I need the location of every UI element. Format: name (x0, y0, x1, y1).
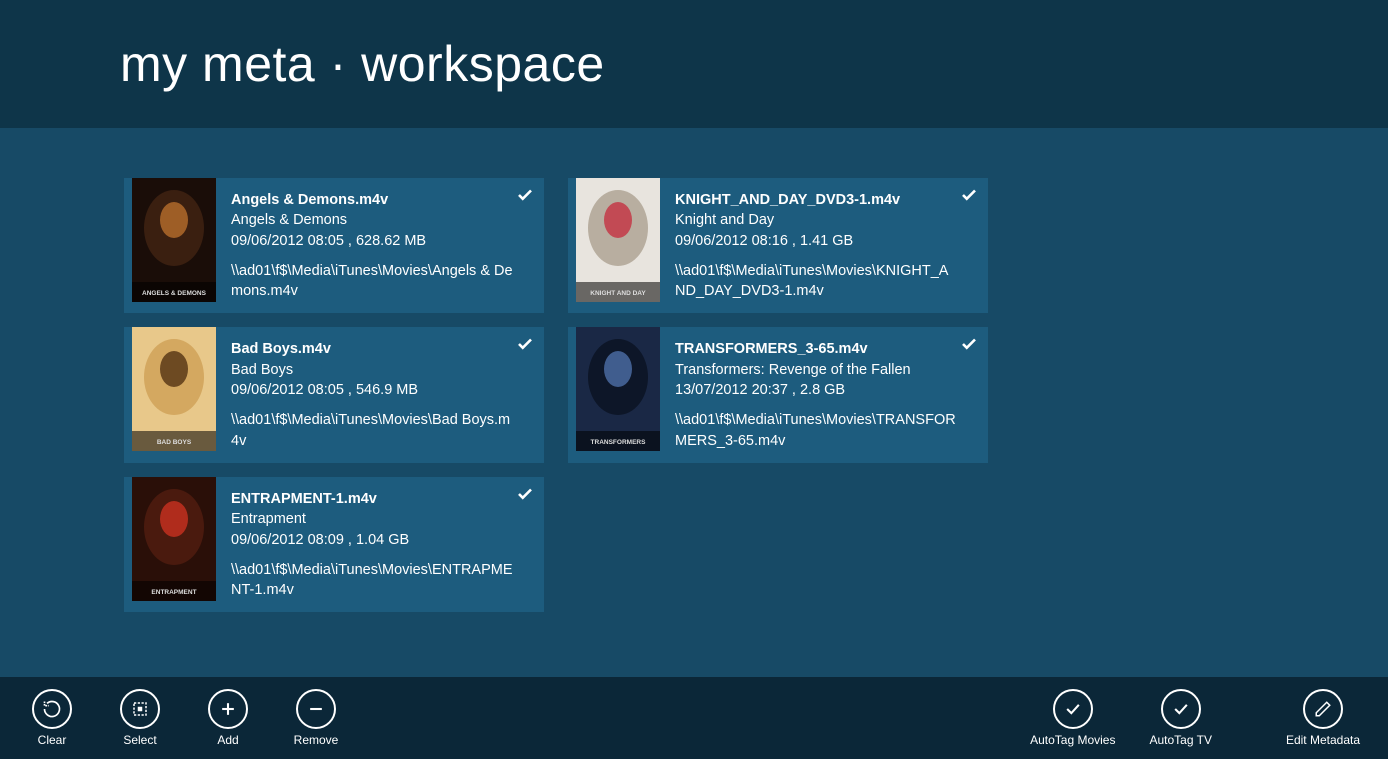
select-button[interactable]: Select (110, 689, 170, 747)
date-size: 09/06/2012 08:16 , 1.41 GB (675, 231, 958, 251)
plus-icon (208, 689, 248, 729)
media-card[interactable]: BAD BOYS Bad Boys.m4v Bad Boys 09/06/201… (120, 327, 544, 462)
autotag-movies-label: AutoTag Movies (1030, 733, 1115, 747)
selected-check-icon (516, 485, 534, 508)
svg-text:ANGELS & DEMONS: ANGELS & DEMONS (142, 290, 207, 297)
filename: KNIGHT_AND_DAY_DVD3-1.m4v (675, 190, 958, 210)
selected-check-icon (960, 335, 978, 358)
select-icon (120, 689, 160, 729)
remove-button[interactable]: Remove (286, 689, 346, 747)
date-size: 13/07/2012 20:37 , 2.8 GB (675, 380, 958, 400)
edit-metadata-label: Edit Metadata (1286, 733, 1360, 747)
pencil-icon (1303, 689, 1343, 729)
file-path: \\ad01\f$\Media\iTunes\Movies\KNIGHT_AND… (675, 261, 958, 302)
poster-thumbnail: BAD BOYS (132, 327, 216, 451)
card-info: TRANSFORMERS_3-65.m4v Transformers: Reve… (675, 327, 988, 462)
media-card[interactable]: TRANSFORMERS TRANSFORMERS_3-65.m4v Trans… (564, 327, 988, 462)
file-path: \\ad01\f$\Media\iTunes\Movies\Angels & D… (231, 261, 514, 302)
clear-label: Clear (38, 733, 67, 747)
media-card[interactable]: ENTRAPMENT ENTRAPMENT-1.m4v Entrapment 0… (120, 477, 544, 612)
media-title: Transformers: Revenge of the Fallen (675, 360, 958, 380)
filename: Bad Boys.m4v (231, 339, 514, 359)
add-button[interactable]: Add (198, 689, 258, 747)
poster-thumbnail: KNIGHT AND DAY (576, 178, 660, 302)
svg-text:KNIGHT AND DAY: KNIGHT AND DAY (590, 290, 646, 297)
selected-check-icon (516, 335, 534, 358)
minus-icon (296, 689, 336, 729)
add-label: Add (217, 733, 238, 747)
select-label: Select (123, 733, 156, 747)
media-title: Bad Boys (231, 360, 514, 380)
svg-text:TRANSFORMERS: TRANSFORMERS (591, 439, 647, 446)
card-info: Bad Boys.m4v Bad Boys 09/06/2012 08:05 ,… (231, 327, 544, 462)
filename: Angels & Demons.m4v (231, 190, 514, 210)
poster-thumbnail: TRANSFORMERS (576, 327, 660, 451)
edit-metadata-button[interactable]: Edit Metadata (1280, 689, 1366, 747)
svg-text:ENTRAPMENT: ENTRAPMENT (151, 589, 196, 596)
date-size: 09/06/2012 08:09 , 1.04 GB (231, 530, 514, 550)
date-size: 09/06/2012 08:05 , 546.9 MB (231, 380, 514, 400)
date-size: 09/06/2012 08:05 , 628.62 MB (231, 231, 514, 251)
card-info: Angels & Demons.m4v Angels & Demons 09/0… (231, 178, 544, 313)
poster-thumbnail: ENTRAPMENT (132, 477, 216, 601)
poster-thumbnail: ANGELS & DEMONS (132, 178, 216, 302)
filename: ENTRAPMENT-1.m4v (231, 489, 514, 509)
card-grid: ANGELS & DEMONS Angels & Demons.m4v Ange… (120, 178, 1388, 658)
autotag-tv-button[interactable]: AutoTag TV (1143, 689, 1217, 747)
selected-check-icon (516, 186, 534, 209)
file-path: \\ad01\f$\Media\iTunes\Movies\Bad Boys.m… (231, 410, 514, 451)
check-icon (1053, 689, 1093, 729)
card-info: ENTRAPMENT-1.m4v Entrapment 09/06/2012 0… (231, 477, 544, 612)
header: my meta · workspace (0, 0, 1388, 128)
clear-button[interactable]: Clear (22, 689, 82, 747)
filename: TRANSFORMERS_3-65.m4v (675, 339, 958, 359)
media-title: Knight and Day (675, 210, 958, 230)
file-path: \\ad01\f$\Media\iTunes\Movies\TRANSFORME… (675, 410, 958, 451)
undo-icon (32, 689, 72, 729)
check-icon (1161, 689, 1201, 729)
workspace: ANGELS & DEMONS Angels & Demons.m4v Ange… (0, 128, 1388, 677)
selected-check-icon (960, 186, 978, 209)
autotag-movies-button[interactable]: AutoTag Movies (1024, 689, 1121, 747)
app-bar: Clear Select Add (0, 677, 1388, 759)
page-title: my meta · workspace (120, 35, 605, 93)
remove-label: Remove (294, 733, 339, 747)
media-title: Angels & Demons (231, 210, 514, 230)
media-card[interactable]: KNIGHT AND DAY KNIGHT_AND_DAY_DVD3-1.m4v… (564, 178, 988, 313)
media-title: Entrapment (231, 509, 514, 529)
card-info: KNIGHT_AND_DAY_DVD3-1.m4v Knight and Day… (675, 178, 988, 313)
autotag-tv-label: AutoTag TV (1149, 733, 1211, 747)
svg-text:BAD BOYS: BAD BOYS (157, 439, 192, 446)
media-card[interactable]: ANGELS & DEMONS Angels & Demons.m4v Ange… (120, 178, 544, 313)
file-path: \\ad01\f$\Media\iTunes\Movies\ENTRAPMENT… (231, 560, 514, 601)
